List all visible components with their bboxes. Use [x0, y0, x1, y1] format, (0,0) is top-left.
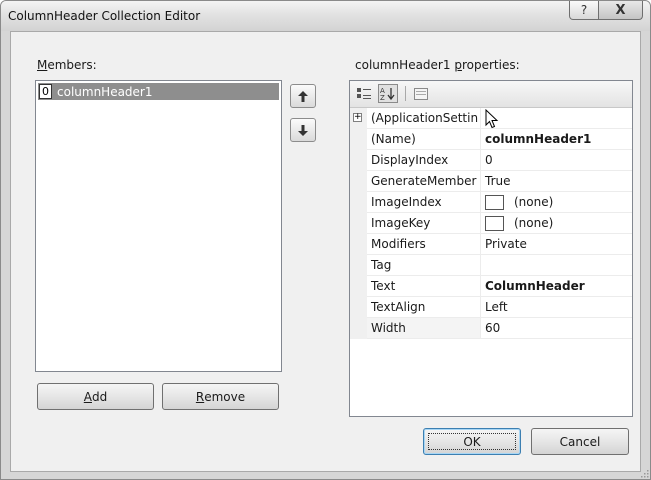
members-label-text: embers:	[47, 58, 97, 72]
property-name: TextAlign	[367, 297, 481, 317]
title-bar[interactable]: ColumnHeader Collection Editor ? X	[1, 1, 650, 31]
property-value[interactable]: 0	[481, 150, 632, 170]
property-name: (ApplicationSettin	[367, 108, 481, 128]
toolbar-separator	[405, 86, 406, 101]
property-name: ImageKey	[367, 213, 481, 233]
categorized-icon	[357, 87, 371, 99]
close-button[interactable]: X	[599, 1, 643, 20]
property-row-tag[interactable]: Tag	[350, 255, 632, 276]
cancel-label: Cancel	[559, 434, 601, 449]
row-margin	[350, 150, 367, 171]
list-item[interactable]: 0 columnHeader1	[38, 83, 279, 100]
ok-button[interactable]: OK	[423, 428, 521, 455]
add-mnemonic: A	[83, 389, 92, 404]
property-pages-button[interactable]	[411, 84, 431, 103]
property-row-displayindex[interactable]: DisplayIndex 0	[350, 150, 632, 171]
property-value[interactable]	[481, 255, 632, 275]
property-value: (none)	[514, 195, 554, 209]
property-name: (Name)	[367, 129, 481, 149]
move-up-button[interactable]	[290, 84, 316, 108]
remove-button[interactable]: Remove	[162, 383, 279, 410]
remove-mnemonic: R	[195, 389, 205, 404]
categorized-button[interactable]	[354, 84, 374, 103]
member-index: 0	[39, 84, 52, 99]
property-value[interactable]	[481, 108, 632, 128]
arrow-down-icon	[298, 124, 308, 136]
row-margin	[350, 129, 367, 150]
property-row-generatemember[interactable]: GenerateMember True	[350, 171, 632, 192]
property-grid-rows: + (ApplicationSettin (Name) columnHeader…	[350, 108, 632, 339]
window-title: ColumnHeader Collection Editor	[8, 9, 201, 23]
property-name: Width	[367, 318, 481, 338]
image-preview-swatch	[485, 194, 504, 210]
property-value: (none)	[514, 216, 554, 230]
property-value[interactable]: ColumnHeader	[481, 276, 632, 296]
add-label: dd	[91, 389, 108, 404]
properties-label: columnHeader1 properties:	[355, 58, 520, 72]
alphabetical-button[interactable]: A Z	[378, 84, 398, 103]
members-label: Members:	[37, 58, 97, 72]
property-name: Modifiers	[367, 234, 481, 254]
move-down-button[interactable]	[290, 118, 316, 142]
properties-label-mnemonic: p	[454, 58, 462, 72]
members-label-mnemonic: M	[37, 58, 48, 72]
row-margin	[350, 234, 367, 255]
image-preview-swatch	[485, 215, 504, 231]
property-row-textalign[interactable]: TextAlign Left	[350, 297, 632, 318]
svg-text:Z: Z	[380, 94, 385, 101]
expand-plus-icon[interactable]: +	[353, 113, 362, 122]
row-margin	[350, 213, 367, 234]
properties-label-text: roperties:	[461, 58, 520, 72]
property-row-imageindex[interactable]: ImageIndex (none)	[350, 192, 632, 213]
property-value[interactable]: Left	[481, 297, 632, 317]
row-margin	[350, 297, 367, 318]
property-value[interactable]: Private	[481, 234, 632, 254]
row-margin	[350, 318, 367, 339]
property-value[interactable]: 60	[481, 318, 632, 338]
property-row-modifiers[interactable]: Modifiers Private	[350, 234, 632, 255]
resize-grip-icon[interactable]	[639, 468, 649, 478]
property-row-imagekey[interactable]: ImageKey (none)	[350, 213, 632, 234]
property-value[interactable]: columnHeader1	[481, 129, 632, 149]
property-pages-icon	[414, 87, 428, 100]
row-margin	[350, 276, 367, 297]
property-name: Text	[367, 276, 481, 296]
property-row-name[interactable]: (Name) columnHeader1	[350, 129, 632, 150]
arrow-up-icon	[298, 90, 308, 102]
row-margin	[350, 192, 367, 213]
cancel-button[interactable]: Cancel	[531, 428, 629, 455]
property-name: GenerateMember	[367, 171, 481, 191]
row-margin	[350, 171, 367, 192]
property-grid[interactable]: A Z + (ApplicationSettin (Name) columnHe…	[349, 80, 633, 417]
properties-label-object: columnHeader1	[355, 58, 455, 72]
row-margin: +	[350, 108, 367, 129]
caption-buttons: ? X	[569, 1, 643, 21]
row-margin	[350, 255, 367, 276]
property-name: DisplayIndex	[367, 150, 481, 170]
property-row-width[interactable]: Width 60	[350, 318, 632, 339]
help-button[interactable]: ?	[569, 1, 599, 20]
alphabetical-sort-icon: A Z	[380, 87, 395, 101]
property-value-cell[interactable]: (none)	[481, 192, 632, 212]
member-name: columnHeader1	[57, 84, 153, 99]
focus-rectangle	[428, 433, 516, 450]
property-name: Tag	[367, 255, 481, 275]
remove-label: emove	[204, 389, 246, 404]
property-grid-toolbar: A Z	[350, 81, 632, 108]
property-value[interactable]: True	[481, 171, 632, 191]
property-row-text[interactable]: Text ColumnHeader	[350, 276, 632, 297]
property-name: ImageIndex	[367, 192, 481, 212]
property-value-cell[interactable]: (none)	[481, 213, 632, 233]
add-button[interactable]: Add	[37, 383, 154, 410]
members-listbox[interactable]: 0 columnHeader1	[35, 80, 282, 372]
mouse-pointer-icon	[485, 109, 499, 129]
